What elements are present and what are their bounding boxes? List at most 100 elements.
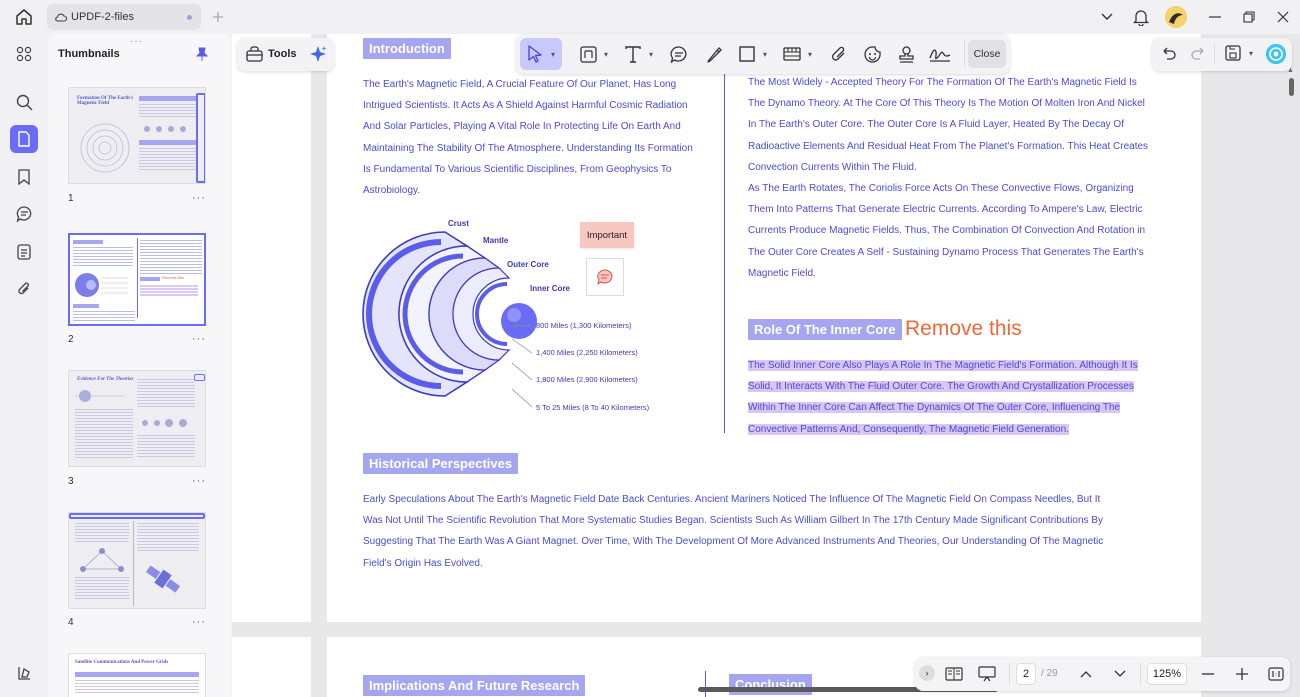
bell-icon[interactable] [1131,7,1151,27]
collapse-bar-icon[interactable]: › [919,665,935,681]
page-number: 1 [68,193,74,204]
page-navigation-bar: › 2 / 29 125% [915,657,1290,691]
close-toolbar-button[interactable]: Close [968,40,1006,68]
tools-icon [246,46,263,62]
label-outer-core: Outer Core [507,260,549,269]
ai-assistant-icon[interactable] [1266,44,1286,64]
close-window-icon[interactable] [1273,7,1293,27]
text-tool-icon[interactable] [622,43,644,65]
previous-page-edge [232,34,311,622]
sticker-icon[interactable] [861,43,883,65]
page-number: 2 [68,334,74,345]
text-box-icon[interactable] [577,43,599,65]
more-icon[interactable]: ··· [192,192,206,204]
comment-tool-icon[interactable] [668,43,690,65]
form-icon[interactable] [10,238,38,266]
distance-2: 1,400 Miles (2,250 Kilometers) [536,348,638,357]
new-tab-icon[interactable] [208,7,228,27]
page-thumbnail-1[interactable]: Formation Of The Earth's Magnetic Field [68,87,206,184]
page-thumbnail-4[interactable] [68,512,206,609]
pencil-tool-icon[interactable] [703,43,725,65]
avatar[interactable] [1165,6,1187,28]
earth-layers-illustration [362,231,537,397]
thumb-illustration [80,123,130,173]
more-icon[interactable]: ··· [192,616,206,628]
save-dropdown-caret[interactable]: ▾ [1249,49,1253,58]
presentation-icon[interactable] [977,665,997,683]
history-toolbar: ▾ [1152,38,1292,71]
distance-1: 800 Miles (1,300 Kilometers) [536,321,632,330]
page-thumbnail-5[interactable]: Satellite Communications And Power Grids [68,653,206,697]
label-crust: Crust [448,219,469,228]
tools-button[interactable]: Tools [268,48,297,60]
comments-icon[interactable] [10,200,38,228]
section-heading-historical: Historical Perspectives [363,453,519,474]
search-icon[interactable] [10,88,38,116]
label-inner-core: Inner Core [530,284,571,293]
measure-tool-icon[interactable] [781,43,803,65]
page-thumbnail-3[interactable]: Evidence For The Theories [68,370,206,467]
save-icon[interactable] [1225,45,1241,61]
pdf-page-2[interactable]: Introduction The Earth's Magnetic Field,… [327,34,1201,622]
minimize-icon[interactable] [1205,7,1225,27]
dynamo-theory-paragraph: The Most Widely - Accepted Theory For Th… [748,77,1149,279]
more-icon[interactable]: ··· [192,475,206,487]
page-thumbnail-2[interactable]: Remove this [68,233,206,326]
tools-bar: Tools [237,38,334,71]
ai-sparkle-icon[interactable] [309,45,327,63]
page-number: 3 [68,476,74,487]
bookmark-icon[interactable] [10,163,38,191]
select-dropdown-caret[interactable]: ▾ [551,50,555,59]
pin-icon[interactable] [196,47,208,61]
attach-file-icon[interactable] [828,43,850,65]
panel-drag-handle[interactable]: ··· [130,36,143,47]
rectangle-tool-icon[interactable] [736,43,758,65]
inner-core-paragraph-highlighted[interactable]: The Solid Inner Core Also Plays A Role I… [748,355,1168,440]
thumbnails-icon[interactable] [10,125,38,153]
distance-4: 5 To 25 Miles (8 To 40 Kilometers) [536,403,650,412]
text-annotation-remove-this[interactable]: Remove this [905,317,1022,341]
historical-paragraph: Early Speculations About The Earth's Mag… [363,494,1104,569]
organize-icon[interactable] [10,40,38,68]
document-viewport[interactable]: Introduction The Earth's Magnetic Field,… [232,34,1300,697]
zoom-in-icon[interactable] [1232,665,1252,683]
column-divider [724,71,725,433]
page-layout-icon[interactable] [944,665,964,683]
title-bar: UPDF-2-files [0,0,1300,34]
chevron-down-icon[interactable] [1097,7,1117,27]
thumbnails-panel: ··· Thumbnails Formation Of The Earth's … [48,34,231,697]
actual-size-icon[interactable] [1266,665,1286,683]
zoom-out-icon[interactable] [1198,665,1218,683]
section-heading-introduction: Introduction [363,38,451,59]
thumbnails-title: Thumbnails [58,48,120,60]
layers-icon[interactable] [10,659,38,687]
comment-annotation-icon[interactable] [586,258,624,296]
tab-title: UPDF-2-files [71,11,134,23]
sticky-note-important[interactable]: Important [580,222,634,248]
undo-icon[interactable] [1160,46,1176,60]
intro-paragraph: The Earth's Magnetic Field, A Crucial Fe… [363,79,693,197]
previous-page-icon[interactable] [1076,665,1096,683]
signature-icon[interactable] [929,43,951,65]
vertical-scrollbar[interactable] [1289,78,1294,96]
restore-icon[interactable] [1239,7,1259,27]
home-icon[interactable] [14,7,34,27]
select-cursor-icon[interactable] [524,43,546,65]
distance-3: 1,800 Miles (2,900 Kilometers) [536,375,638,384]
cloud-icon [55,12,67,22]
redo-icon[interactable] [1191,46,1207,60]
annotation-toolbar: ▾ ▾ ▾ ▾ ▾ Close [516,34,1010,74]
page-number-input[interactable]: 2 [1016,663,1036,685]
left-icon-rail [0,34,48,697]
section-heading-inner-core: Role Of The Inner Core [748,319,902,340]
attachment-icon[interactable] [10,275,38,303]
zoom-level-field[interactable]: 125% [1147,663,1187,685]
label-mantle: Mantle [483,236,509,245]
next-page-icon[interactable] [1110,665,1130,683]
unsaved-dot [187,15,192,20]
page-number: 4 [68,617,74,628]
thumb-title: Formation Of The Earth's Magnetic Field [77,96,134,106]
more-icon[interactable]: ··· [192,333,206,345]
stamp-icon[interactable] [895,43,917,65]
document-tab[interactable]: UPDF-2-files [47,4,201,30]
